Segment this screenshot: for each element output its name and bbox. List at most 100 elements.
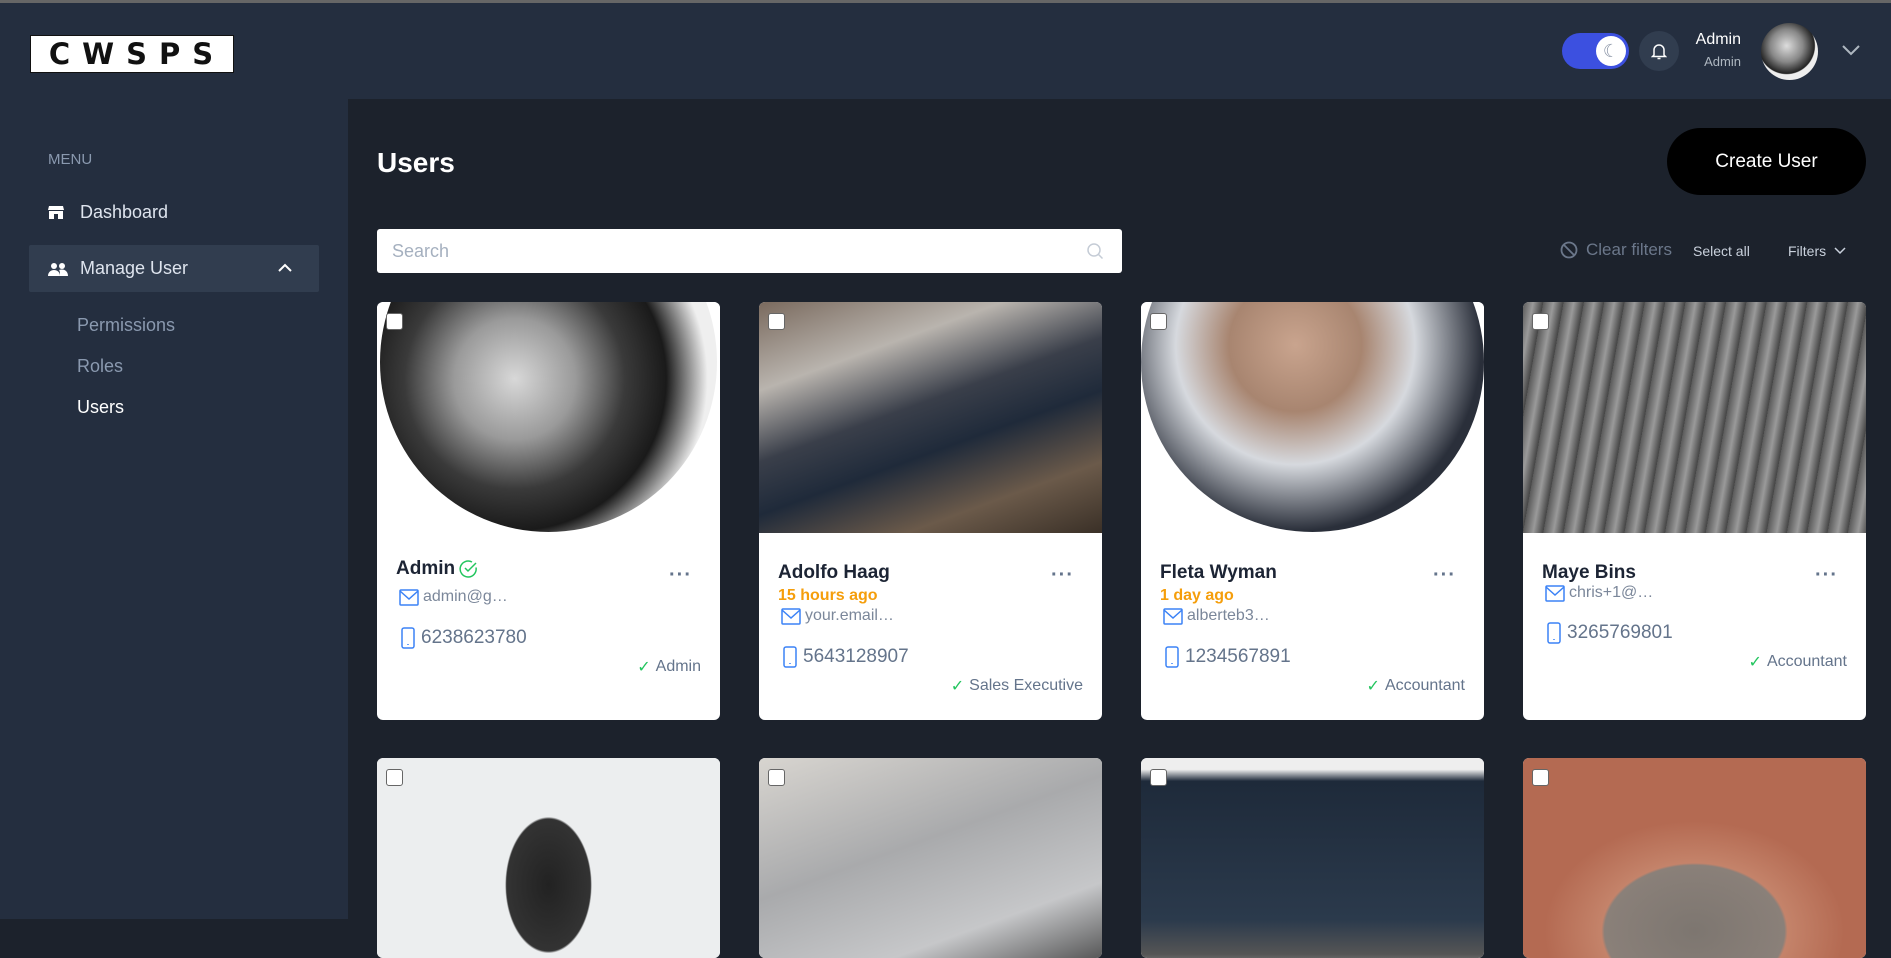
user-photo xyxy=(377,758,720,958)
phone-icon xyxy=(401,627,415,649)
more-options-button[interactable]: ··· xyxy=(669,564,692,587)
phone-text: 1234567891 xyxy=(1185,646,1291,667)
role-text: Accountant xyxy=(1766,653,1847,670)
user-card[interactable]: Adolfo Haag ··· 15 hours ago your.email…… xyxy=(759,302,1102,720)
phone-icon xyxy=(1547,622,1561,644)
email-text: chris+1@… xyxy=(1569,584,1654,601)
sidebar-item-label: Manage User xyxy=(80,258,189,278)
user-role: ✓ Admin xyxy=(637,657,701,677)
store-icon xyxy=(48,205,70,220)
search-icon[interactable] xyxy=(1087,243,1104,260)
sidebar-subitem-permissions[interactable]: Permissions xyxy=(77,315,175,336)
user-photo xyxy=(377,302,720,533)
user-photo xyxy=(1141,758,1484,958)
select-checkbox[interactable] xyxy=(1532,769,1549,786)
user-card[interactable] xyxy=(1523,758,1866,958)
user-card[interactable]: Admin ··· admin@g… 6238623780 ✓ Admin xyxy=(377,302,720,720)
more-options-button[interactable]: ··· xyxy=(1433,564,1456,587)
user-card[interactable] xyxy=(1141,758,1484,958)
select-checkbox[interactable] xyxy=(768,769,785,786)
sidebar-item-manage-user[interactable]: Manage User xyxy=(29,245,319,292)
page-title: Users xyxy=(377,147,455,178)
email-text: your.email… xyxy=(805,607,894,624)
filters-label: Filters xyxy=(1788,243,1827,259)
check-icon: ✓ xyxy=(637,659,651,676)
check-icon: ✓ xyxy=(950,678,965,695)
check-icon: ✓ xyxy=(1748,654,1762,671)
menu-label: MENU xyxy=(48,151,93,168)
user-name-text: Maye Bins xyxy=(1542,562,1636,583)
phone-text: 6238623780 xyxy=(421,627,527,648)
user-role: ✓ Sales Executive xyxy=(951,676,1083,696)
phone-icon xyxy=(1165,646,1179,668)
user-card[interactable] xyxy=(377,758,720,958)
sidebar-item-dashboard[interactable]: Dashboard xyxy=(48,202,168,223)
user-role: ✓ Accountant xyxy=(1367,676,1465,696)
user-role: ✓ Accountant xyxy=(1749,652,1847,672)
sidebar-item-label: Dashboard xyxy=(80,202,169,222)
select-checkbox[interactable] xyxy=(1150,313,1167,330)
chevron-down-icon[interactable] xyxy=(1840,41,1862,59)
phone-text: 3265769801 xyxy=(1567,622,1673,643)
notification-button[interactable] xyxy=(1639,31,1679,71)
top-header: CWSPS ☾ Admin Admin xyxy=(0,3,1891,99)
user-email: alberteb3… xyxy=(1163,607,1270,625)
user-name: Admin xyxy=(396,558,479,580)
more-options-button[interactable]: ··· xyxy=(1815,564,1838,587)
verified-icon xyxy=(459,560,477,578)
user-name-text: Admin xyxy=(396,558,456,579)
last-active: 15 hours ago xyxy=(778,587,878,604)
select-checkbox[interactable] xyxy=(1150,769,1167,786)
user-photo xyxy=(1141,302,1484,533)
check-icon: ✓ xyxy=(1366,678,1380,695)
user-name: Maye Bins xyxy=(1542,562,1636,584)
email-text: alberteb3… xyxy=(1187,607,1270,624)
avatar[interactable] xyxy=(1761,23,1818,80)
ban-icon xyxy=(1560,241,1578,259)
user-name-text: Adolfo Haag xyxy=(778,562,890,583)
moon-icon: ☾ xyxy=(1596,36,1626,66)
user-email: your.email… xyxy=(781,607,894,625)
filters-dropdown[interactable]: Filters xyxy=(1788,243,1846,259)
select-checkbox[interactable] xyxy=(386,769,403,786)
mail-icon xyxy=(1545,585,1565,602)
clear-filters-button[interactable]: Clear filters xyxy=(1560,240,1672,260)
user-photo xyxy=(1523,758,1866,958)
user-phone: 1234567891 xyxy=(1165,646,1291,668)
search-bar xyxy=(377,229,1122,273)
user-name: Adolfo Haag xyxy=(778,562,890,584)
user-phone: 5643128907 xyxy=(783,646,909,668)
sidebar: MENU Dashboard Manage User Permissions R… xyxy=(0,99,348,919)
role-text: Accountant xyxy=(1384,677,1465,694)
user-card[interactable] xyxy=(759,758,1102,958)
phone-text: 5643128907 xyxy=(803,646,909,667)
user-role: Admin xyxy=(1704,54,1741,69)
sidebar-subitem-users[interactable]: Users xyxy=(77,397,124,418)
phone-icon xyxy=(783,646,797,668)
user-email: admin@g… xyxy=(399,588,508,606)
mail-icon xyxy=(781,608,801,625)
user-name[interactable]: Admin xyxy=(1680,31,1741,49)
theme-toggle[interactable]: ☾ xyxy=(1562,33,1629,69)
user-card[interactable]: Maye Bins ··· chris+1@… 3265769801 ✓ Acco… xyxy=(1523,302,1866,720)
user-photo xyxy=(759,758,1102,958)
mail-icon xyxy=(1163,608,1183,625)
user-phone: 6238623780 xyxy=(401,627,527,649)
mail-icon xyxy=(399,589,419,606)
create-user-button[interactable]: Create User xyxy=(1667,128,1866,195)
select-all-button[interactable]: Select all xyxy=(1693,243,1750,259)
select-checkbox[interactable] xyxy=(768,313,785,330)
user-phone: 3265769801 xyxy=(1547,622,1673,644)
chevron-down-icon xyxy=(1834,247,1846,255)
more-options-button[interactable]: ··· xyxy=(1051,564,1074,587)
user-name: Fleta Wyman xyxy=(1160,562,1277,584)
bell-icon xyxy=(1651,44,1667,60)
user-card[interactable]: Fleta Wyman ··· 1 day ago alberteb3… 123… xyxy=(1141,302,1484,720)
chevron-up-icon xyxy=(278,263,292,272)
select-checkbox[interactable] xyxy=(1532,313,1549,330)
user-photo xyxy=(759,302,1102,533)
select-checkbox[interactable] xyxy=(386,313,403,330)
search-input[interactable] xyxy=(377,229,1057,273)
logo[interactable]: CWSPS xyxy=(30,35,234,73)
sidebar-subitem-roles[interactable]: Roles xyxy=(77,356,123,377)
